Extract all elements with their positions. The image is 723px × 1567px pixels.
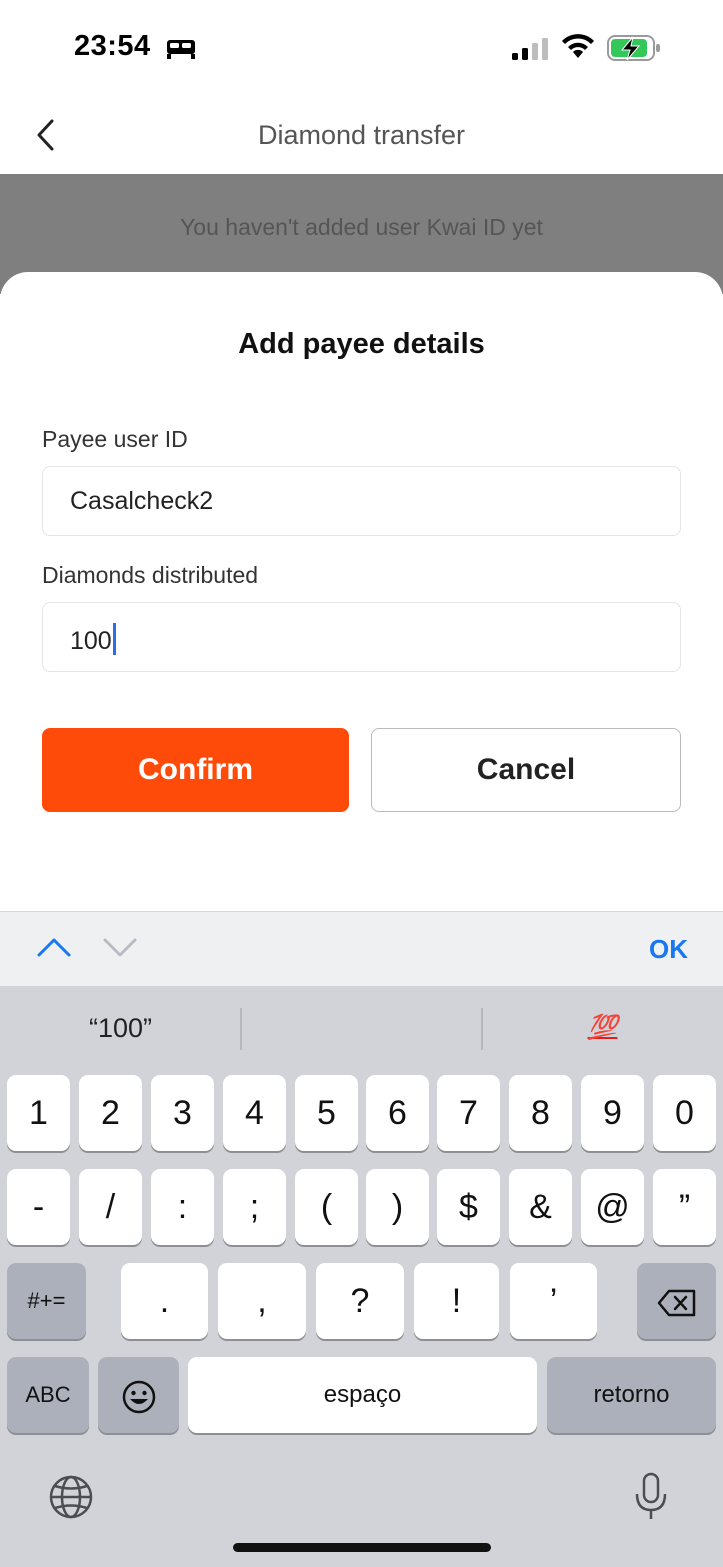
signal-icon xyxy=(512,38,548,60)
text-caret xyxy=(112,623,116,655)
key-at[interactable]: @ xyxy=(581,1169,644,1245)
key-comma[interactable]: , xyxy=(218,1263,306,1339)
prediction-bar: “100” 💯 xyxy=(0,986,723,1070)
payee-id-label: Payee user ID xyxy=(42,426,188,452)
chevron-up-icon[interactable] xyxy=(36,934,72,960)
battery-charging-icon xyxy=(607,35,660,61)
key-return[interactable]: retorno xyxy=(547,1357,716,1433)
key-backspace[interactable] xyxy=(637,1263,716,1339)
prediction-item[interactable]: “100” xyxy=(0,986,241,1070)
prediction-item-emoji[interactable]: 💯 xyxy=(482,986,723,1070)
diamonds-value: 100 xyxy=(70,627,112,655)
backspace-icon xyxy=(657,1289,695,1317)
key-5[interactable]: 5 xyxy=(295,1075,358,1151)
key-ampersand[interactable]: & xyxy=(509,1169,572,1245)
key-2[interactable]: 2 xyxy=(79,1075,142,1151)
key-3[interactable]: 3 xyxy=(151,1075,214,1151)
diamonds-input[interactable]: 100 xyxy=(42,602,681,672)
chevron-down-icon[interactable] xyxy=(102,934,138,960)
key-7[interactable]: 7 xyxy=(437,1075,500,1151)
key-period[interactable]: . xyxy=(121,1263,208,1339)
key-abc[interactable]: ABC xyxy=(7,1357,89,1433)
ok-button[interactable]: OK xyxy=(649,934,688,965)
payee-id-value: Casalcheck2 xyxy=(70,487,214,515)
diamonds-value-wrap: 100 xyxy=(70,623,116,656)
sheet-title: Add payee details xyxy=(238,328,485,360)
diamonds-label: Diamonds distributed xyxy=(42,562,259,588)
key-question[interactable]: ? xyxy=(316,1263,404,1339)
emoji-icon xyxy=(122,1380,155,1414)
keyboard: “100” 💯 1 2 3 4 5 6 7 8 9 0 - / : ; ( ) … xyxy=(0,986,723,1567)
confirm-button[interactable]: Confirm xyxy=(42,728,349,812)
home-indicator xyxy=(233,1543,491,1552)
key-dollar[interactable]: $ xyxy=(437,1169,500,1245)
key-open-paren[interactable]: ( xyxy=(295,1169,358,1245)
bed-icon xyxy=(167,40,195,59)
microphone-icon[interactable] xyxy=(634,1472,668,1522)
key-emoji[interactable] xyxy=(98,1357,179,1433)
wifi-icon xyxy=(562,34,594,58)
key-hyphen[interactable]: - xyxy=(7,1169,70,1245)
key-close-paren[interactable]: ) xyxy=(366,1169,429,1245)
key-slash[interactable]: / xyxy=(79,1169,142,1245)
status-time: 23:54 xyxy=(74,30,151,62)
key-1[interactable]: 1 xyxy=(7,1075,70,1151)
status-bar: 23:54 xyxy=(0,0,723,96)
key-space[interactable]: espaço xyxy=(188,1357,537,1433)
key-exclamation[interactable]: ! xyxy=(414,1263,499,1339)
key-apostrophe[interactable]: ’ xyxy=(510,1263,597,1339)
key-quote[interactable]: ” xyxy=(653,1169,716,1245)
cancel-button[interactable]: Cancel xyxy=(371,728,681,812)
key-4[interactable]: 4 xyxy=(223,1075,286,1151)
prediction-item[interactable] xyxy=(241,986,482,1070)
nav-bar: Diamond transfer xyxy=(0,96,723,174)
keyboard-accessory-bar: OK xyxy=(0,911,723,986)
key-colon[interactable]: : xyxy=(151,1169,214,1245)
page-title: Diamond transfer xyxy=(257,120,466,150)
payee-id-input[interactable]: Casalcheck2 xyxy=(42,466,681,536)
key-semicolon[interactable]: ; xyxy=(223,1169,286,1245)
add-payee-sheet: Add payee details Payee user ID Casalche… xyxy=(0,272,723,912)
key-8[interactable]: 8 xyxy=(509,1075,572,1151)
globe-icon[interactable] xyxy=(48,1474,94,1520)
key-0[interactable]: 0 xyxy=(653,1075,716,1151)
key-6[interactable]: 6 xyxy=(366,1075,429,1151)
key-more-symbols[interactable]: #+= xyxy=(7,1263,86,1339)
key-9[interactable]: 9 xyxy=(581,1075,644,1151)
empty-state-message: You haven't added user Kwai ID yet xyxy=(180,214,543,240)
